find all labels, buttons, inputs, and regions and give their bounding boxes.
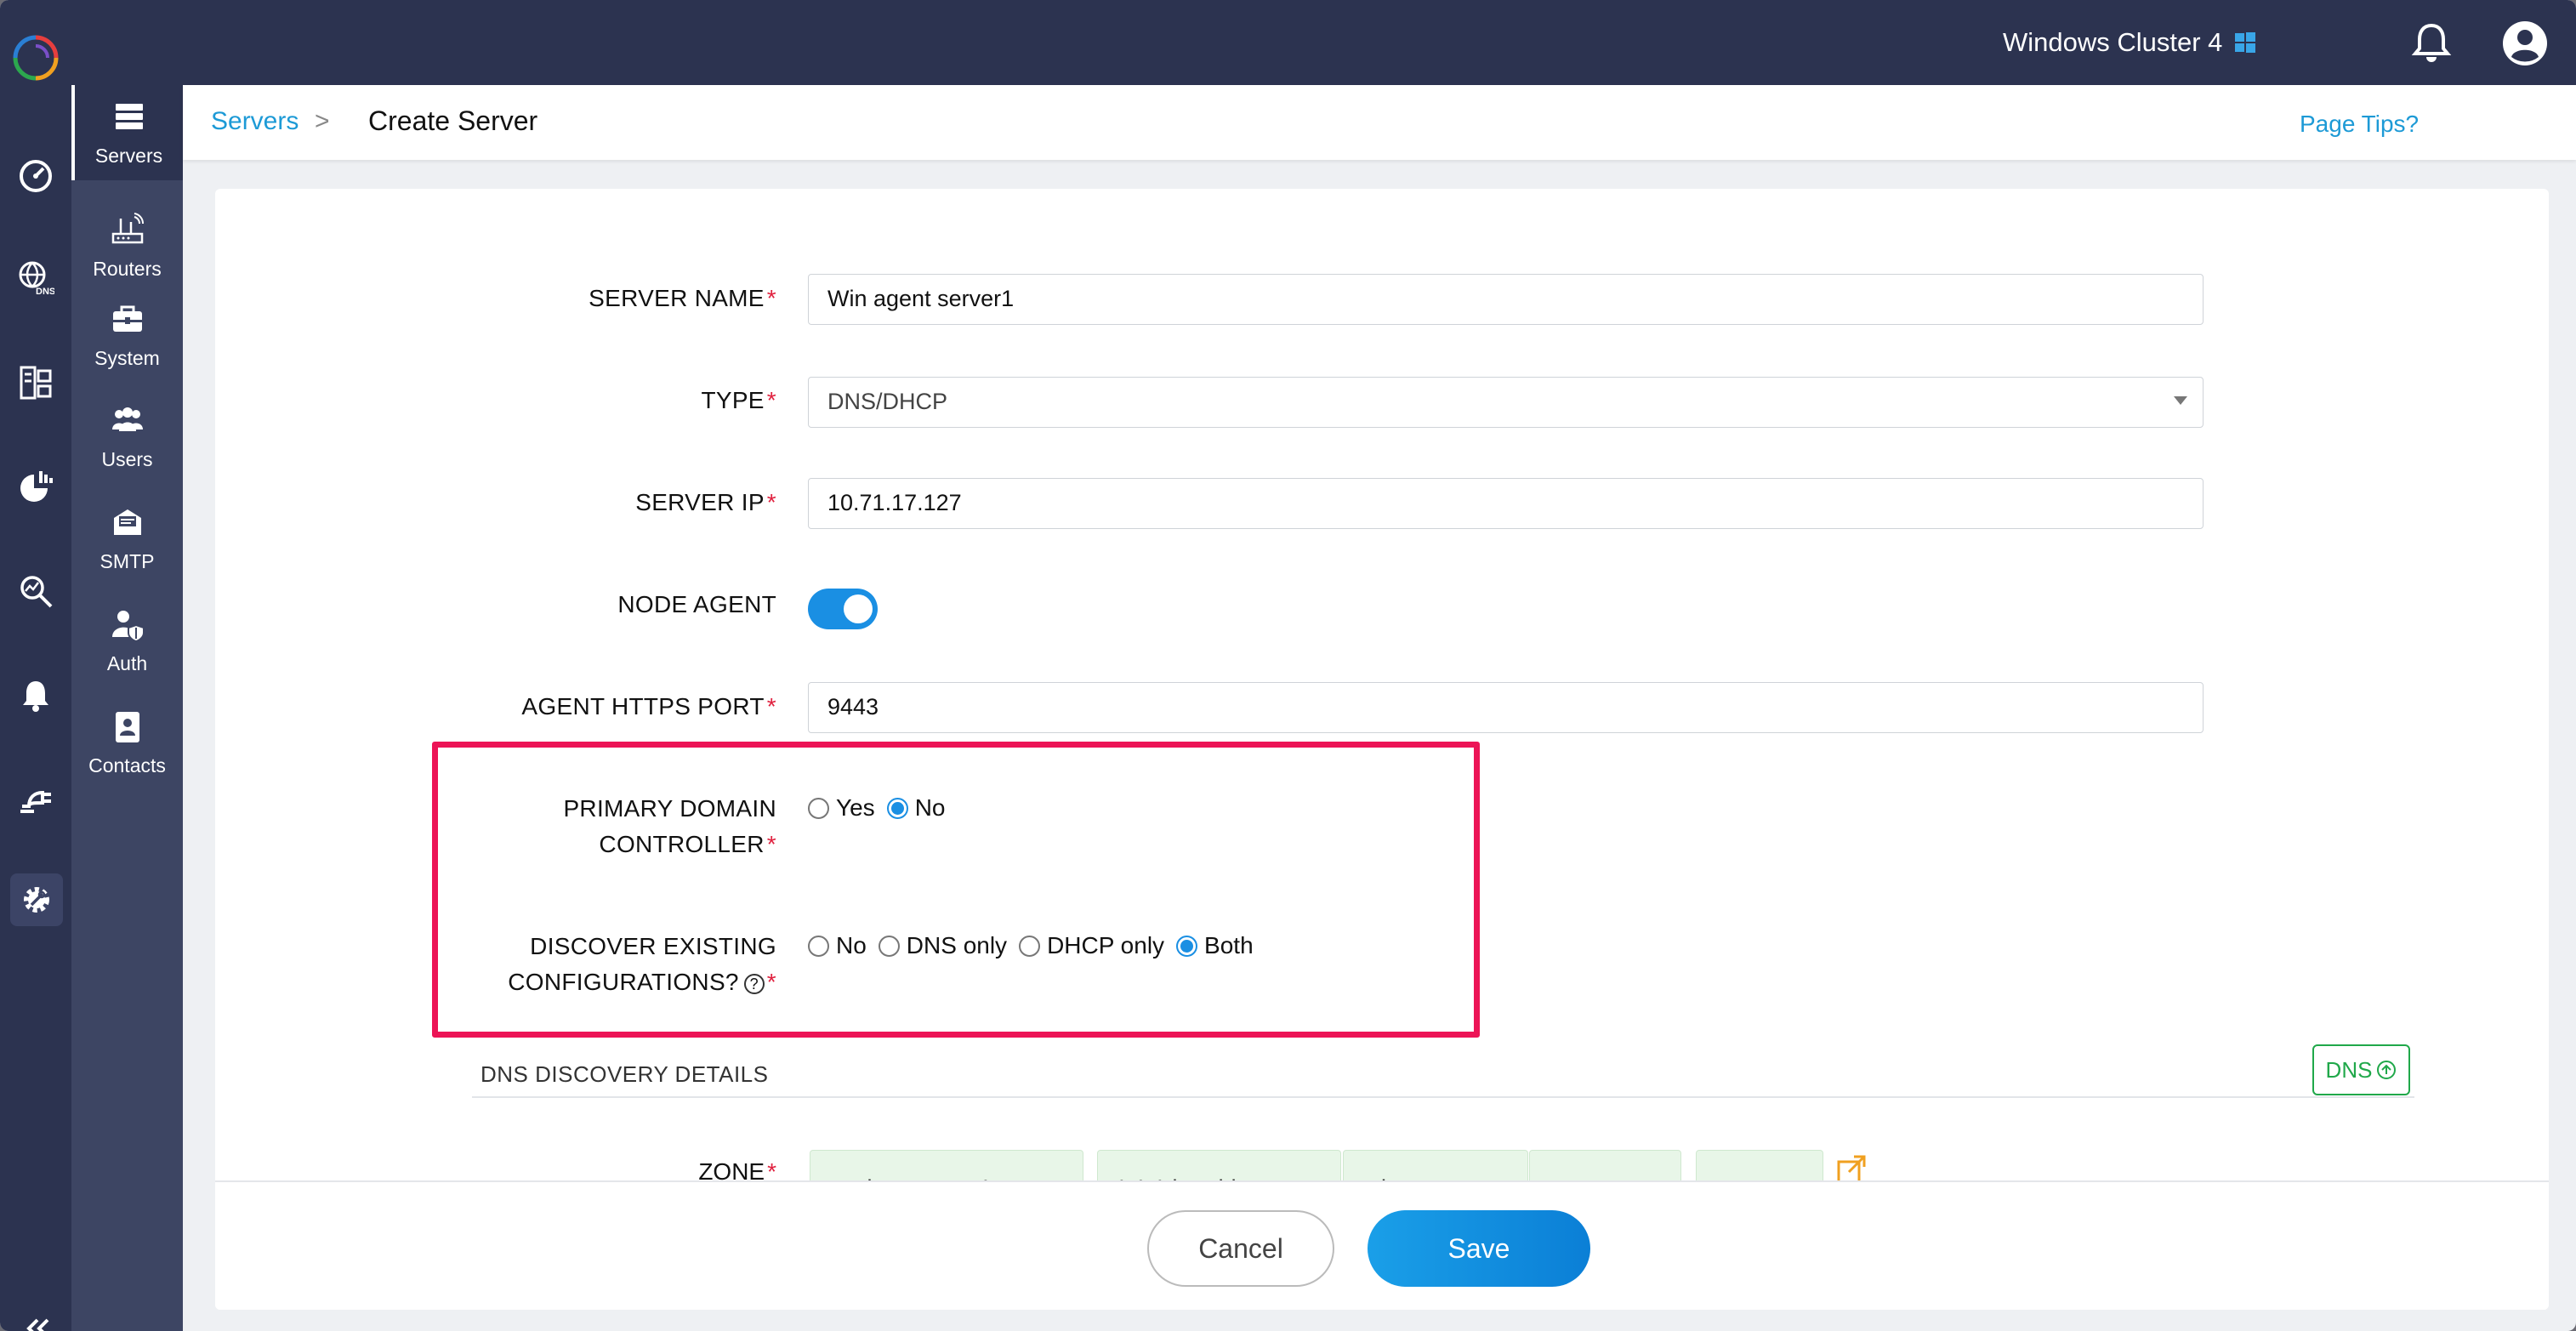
subnav-item-users[interactable]: Users <box>71 389 183 484</box>
router-icon <box>111 212 144 243</box>
subnav-item-servers[interactable]: Servers <box>71 85 183 180</box>
breadcrumb-separator: > <box>315 107 330 135</box>
save-button[interactable]: Save <box>1368 1210 1590 1287</box>
dns-discovery-title: DNS DISCOVERY DETAILS <box>481 1061 769 1087</box>
page-header: Servers > Create Server Page Tips? <box>183 85 2576 160</box>
subnav-label: Auth <box>106 651 148 674</box>
app-logo-icon[interactable] <box>10 32 61 83</box>
dns-collapse-button[interactable]: DNS <box>2312 1044 2410 1095</box>
toolbox-icon <box>112 305 142 332</box>
agent-port-input[interactable]: 9443 <box>808 682 2204 733</box>
subnav-label: SMTP <box>100 549 155 572</box>
server-ip-input[interactable]: 10.71.17.127 <box>808 478 2204 529</box>
cluster-selector[interactable]: Windows Cluster 4 <box>2003 27 2256 58</box>
server-icon <box>115 103 143 129</box>
user-shield-icon <box>111 610 145 642</box>
node-agent-label: NODE AGENT <box>617 591 776 617</box>
integration-plug-icon[interactable] <box>14 776 57 819</box>
server-ip-label: SERVER IP * <box>635 489 776 515</box>
toggle-knob <box>844 594 873 623</box>
page-tips-link[interactable]: Page Tips? <box>2300 111 2419 138</box>
type-label: TYPE * <box>701 387 776 413</box>
page-title: Create Server <box>368 105 538 136</box>
primary-rail: DNS <box>0 85 71 1331</box>
arrow-up-circle-icon <box>2377 1061 2397 1079</box>
form-footer: Cancel Save <box>215 1180 2549 1310</box>
node-agent-toggle[interactable] <box>808 589 878 629</box>
alerts-bell-icon[interactable] <box>14 674 57 716</box>
highlight-box <box>432 742 1480 1038</box>
admin-subnav: Servers Routers System Users SMTP Auth C… <box>71 85 183 1331</box>
subnav-label: Users <box>101 447 153 470</box>
dns-globe-icon[interactable]: DNS <box>14 257 57 299</box>
reports-icon[interactable] <box>14 465 57 508</box>
server-name-label: SERVER NAME * <box>589 285 776 311</box>
server-name-input[interactable]: Win agent server1 <box>808 274 2204 325</box>
chevron-down-icon <box>2174 396 2187 405</box>
dashboard-icon[interactable] <box>14 153 57 196</box>
type-select-value: DNS/DHCP <box>827 389 948 414</box>
subnav-item-system[interactable]: System <box>71 287 183 383</box>
user-circle-icon[interactable] <box>2500 19 2550 68</box>
contact-book-icon <box>115 711 139 742</box>
subnav-label: Servers <box>94 144 163 167</box>
users-icon <box>111 407 143 431</box>
cluster-name: Windows Cluster 4 <box>2003 27 2223 57</box>
bell-icon[interactable] <box>2410 20 2453 65</box>
subnav-item-smtp[interactable]: SMTP <box>71 491 183 586</box>
agent-port-label: AGENT HTTPS PORT * <box>521 693 776 720</box>
ipam-icon[interactable] <box>14 361 57 404</box>
app-window: Windows Cluster 4 DNS Servers Routers Sy… <box>0 0 2576 1331</box>
breadcrumb-servers-link[interactable]: Servers <box>211 107 299 136</box>
double-chevron-left-icon[interactable] <box>19 1310 56 1331</box>
search-analytics-icon[interactable] <box>14 570 57 612</box>
subnav-item-contacts[interactable]: Contacts <box>71 695 183 790</box>
subnav-item-auth[interactable]: Auth <box>71 593 183 688</box>
svg-text:DNS: DNS <box>36 287 54 297</box>
admin-gear-icon[interactable] <box>10 873 63 926</box>
subnav-label: Routers <box>93 257 162 280</box>
subnav-label: Contacts <box>88 754 166 776</box>
dns-discovery-section: DNS DISCOVERY DETAILS DNS <box>472 1044 2414 1098</box>
type-select[interactable]: DNS/DHCP <box>808 377 2204 428</box>
cancel-button[interactable]: Cancel <box>1147 1210 1334 1287</box>
top-bar: Windows Cluster 4 <box>0 0 2576 85</box>
subnav-label: System <box>94 346 160 369</box>
windows-icon <box>2235 32 2256 53</box>
mail-icon <box>113 509 141 535</box>
subnav-item-routers[interactable]: Routers <box>71 198 183 293</box>
